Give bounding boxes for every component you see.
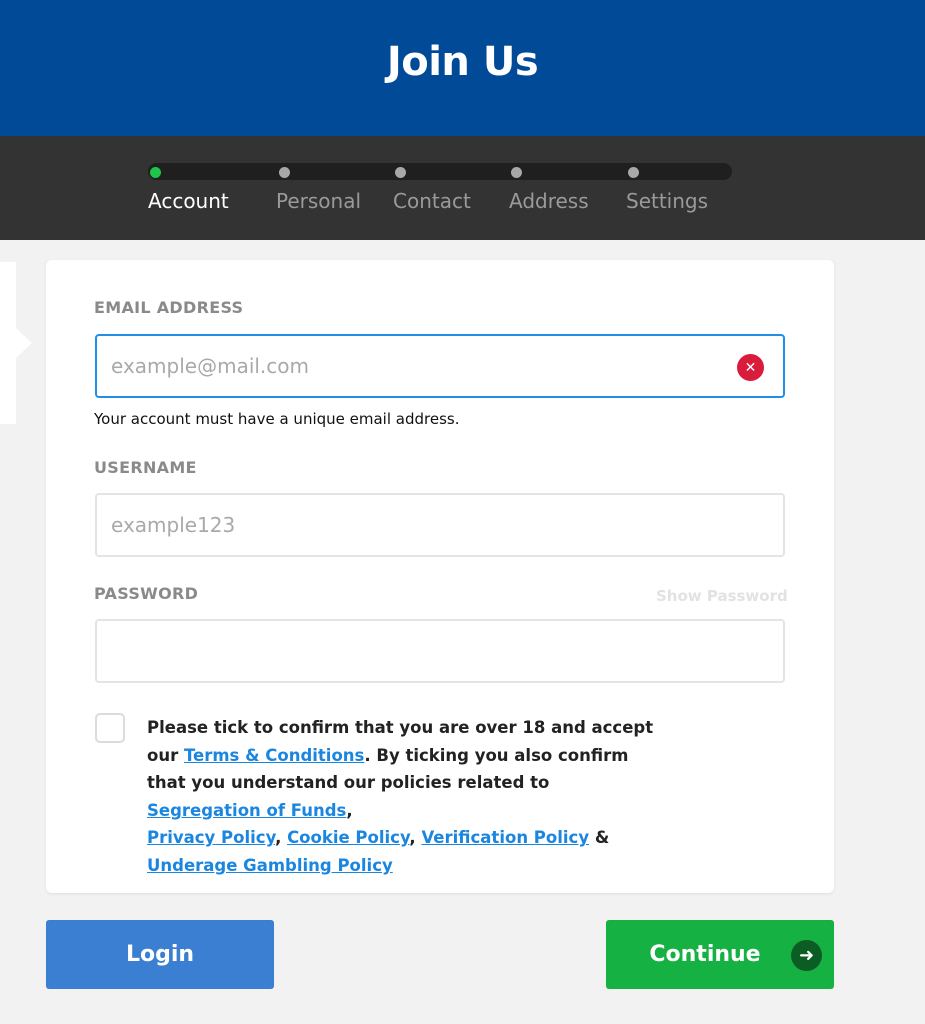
step-personal[interactable]: Personal xyxy=(276,189,361,213)
continue-button-label: Continue xyxy=(649,942,761,967)
login-button-label: Login xyxy=(125,942,195,967)
username-label: USERNAME xyxy=(94,458,197,477)
step-progress-bar xyxy=(0,136,925,240)
terms-text-part: , xyxy=(275,828,288,848)
step-dot-contact xyxy=(395,167,406,178)
arrow-right-icon: ➜ xyxy=(791,940,822,971)
verification-policy-link[interactable]: Verification Policy xyxy=(421,828,589,847)
age-terms-checkbox[interactable] xyxy=(95,713,125,743)
terms-text-part: , xyxy=(409,828,422,848)
password-input[interactable] xyxy=(95,619,785,683)
continue-button[interactable]: Continue ➜ xyxy=(606,920,834,989)
terms-conditions-link[interactable]: Terms & Conditions xyxy=(184,746,364,765)
header: Join Us xyxy=(0,0,925,136)
step-address[interactable]: Address xyxy=(509,189,589,213)
step-dot-account xyxy=(150,167,161,178)
email-input[interactable] xyxy=(95,334,785,398)
step-dot-address xyxy=(511,167,522,178)
step-dot-personal xyxy=(279,167,290,178)
step-settings[interactable]: Settings xyxy=(626,189,708,213)
login-button[interactable]: Login xyxy=(46,920,274,989)
side-panel-tab xyxy=(0,262,32,424)
page-title: Join Us xyxy=(386,39,539,85)
email-error-message: Your account must have a unique email ad… xyxy=(94,410,460,428)
terms-text-part: , xyxy=(346,800,353,820)
step-track xyxy=(148,163,732,180)
step-contact[interactable]: Contact xyxy=(393,189,471,213)
password-label: PASSWORD xyxy=(94,584,199,603)
privacy-policy-link[interactable]: Privacy Policy xyxy=(147,828,275,847)
underage-gambling-policy-link[interactable]: Underage Gambling Policy xyxy=(147,856,393,875)
segregation-funds-link[interactable]: Segregation of Funds xyxy=(147,801,346,820)
close-circle-icon[interactable]: ✕ xyxy=(737,354,764,381)
step-dot-settings xyxy=(628,167,639,178)
email-label: EMAIL ADDRESS xyxy=(94,298,244,317)
step-account[interactable]: Account xyxy=(148,189,229,213)
cookie-policy-link[interactable]: Cookie Policy xyxy=(287,828,409,847)
show-password-toggle[interactable]: Show Password xyxy=(656,587,788,605)
username-input[interactable] xyxy=(95,493,785,557)
terms-text-part: & xyxy=(589,828,610,848)
terms-text: Please tick to confirm that you are over… xyxy=(147,714,667,880)
